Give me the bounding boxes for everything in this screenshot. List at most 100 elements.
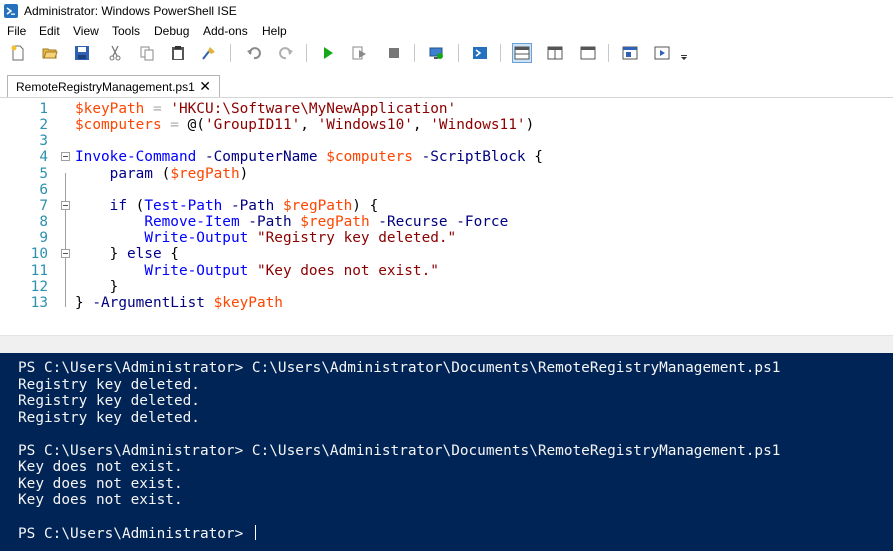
toolbar-separator <box>306 44 307 62</box>
undo-icon[interactable] <box>244 43 264 63</box>
show-command-window-icon[interactable] <box>652 43 672 63</box>
menu-debug[interactable]: Debug <box>154 24 189 38</box>
console-pane[interactable]: PS C:\Users\Administrator> C:\Users\Admi… <box>0 353 893 551</box>
console-line: Key does not exist. <box>18 476 183 492</box>
code-token: } <box>75 294 93 311</box>
toolbar-separator <box>458 44 459 62</box>
menu-file[interactable]: File <box>7 24 26 38</box>
menu-edit[interactable]: Edit <box>39 24 60 38</box>
menu-help[interactable]: Help <box>262 24 287 38</box>
console-text: Registry key deleted. <box>18 376 200 393</box>
code-token: , <box>300 117 318 134</box>
editor-horizontal-scrollbar[interactable] <box>0 335 893 354</box>
console-text: PS C:\Users\Administrator> C:\Users\Admi… <box>18 442 781 459</box>
fold-toggle-icon[interactable] <box>61 200 70 210</box>
tab-label: RemoteRegistryManagement.ps1 <box>16 80 195 94</box>
menu-bar: File Edit View Tools Debug Add-ons Help <box>0 22 893 40</box>
console-text: Registry key deleted. <box>18 393 200 409</box>
show-script-pane-top-icon[interactable] <box>512 43 532 63</box>
code-token: "Registry key deleted." <box>256 230 457 247</box>
close-icon[interactable]: ✕ <box>199 79 211 93</box>
code-line: 8 Remove-Item -Path $regPath -Recurse -F… <box>0 214 880 230</box>
line-number: 4 <box>39 149 48 166</box>
line-number: 13 <box>30 294 48 311</box>
code-token: $computers <box>326 149 413 166</box>
line-number: 9 <box>39 230 48 247</box>
code-text: param ($regPath) <box>75 165 249 182</box>
code-line: 2 $computers = @('GroupID11', 'Windows10'… <box>0 117 880 133</box>
code-token: } <box>75 278 119 295</box>
code-token: ) <box>525 117 535 134</box>
run-selection-icon[interactable] <box>350 43 370 63</box>
code-token: ) { <box>352 197 379 214</box>
start-powershell-icon[interactable] <box>470 43 490 63</box>
code-token: $keyPath <box>75 101 145 117</box>
code-text: } else { <box>75 246 179 262</box>
menu-add-ons[interactable]: Add-ons <box>203 24 248 38</box>
paste-icon[interactable] <box>168 43 188 63</box>
code-text: } -ArgumentList $keyPath <box>75 295 283 311</box>
fold-toggle-icon[interactable] <box>61 249 70 259</box>
code-token: { <box>161 246 179 263</box>
line-number: 8 <box>39 214 48 231</box>
code-token: = <box>144 101 171 117</box>
title-bar: Administrator: Windows PowerShell ISE <box>0 0 893 22</box>
code-line: 10 } else { <box>0 246 880 262</box>
code-token: param <box>109 165 153 182</box>
code-token: if <box>109 197 127 214</box>
toolbar-overflow-icon[interactable] <box>678 43 690 63</box>
copy-icon[interactable] <box>137 43 157 63</box>
code-token: "Key does not exist." <box>256 262 439 279</box>
code-text: $computers = @('GroupID11', 'Windows10',… <box>75 117 534 133</box>
code-token: 'GroupID11' <box>204 117 301 134</box>
toolbar-separator <box>414 44 415 62</box>
code-token: ) <box>239 165 249 182</box>
toolbar <box>0 40 893 68</box>
console-line: PS C:\Users\Administrator> C:\Users\Admi… <box>18 443 780 459</box>
tab-remote-registry-management[interactable]: RemoteRegistryManagement.ps1 ✕ <box>7 75 220 97</box>
save-icon[interactable] <box>72 43 92 63</box>
line-number: 10 <box>30 246 48 263</box>
show-script-pane-maximized-icon[interactable] <box>578 43 598 63</box>
show-commands-addon-icon[interactable] <box>620 43 640 63</box>
open-icon[interactable] <box>40 43 60 63</box>
code-token: $regPath <box>170 165 240 182</box>
code-token: -ScriptBlock <box>421 149 526 166</box>
script-editor[interactable]: 1 $keyPath = 'HKCU:\Software\MyNewApplica… <box>0 97 893 336</box>
toolbar-separator <box>230 44 231 62</box>
console-text: PS C:\Users\Administrator> <box>18 526 252 542</box>
code-line: 9 Write-Output "Registry key deleted." <box>0 230 880 246</box>
console-line: PS C:\Users\Administrator> C:\Users\Admi… <box>18 360 780 376</box>
powershell-ise-icon <box>4 4 18 18</box>
code-token: 'Windows10' <box>317 117 413 134</box>
line-number: 6 <box>39 181 48 198</box>
clear-console-icon[interactable] <box>199 43 219 63</box>
code-text: Write-Output "Key does not exist." <box>75 263 439 279</box>
stop-icon[interactable] <box>384 43 404 63</box>
menu-tools[interactable]: Tools <box>112 24 140 38</box>
cut-icon[interactable] <box>105 43 125 63</box>
new-remote-tab-icon[interactable] <box>426 43 446 63</box>
show-script-pane-right-icon[interactable] <box>545 43 565 63</box>
code-line: 4 Invoke-Command -ComputerName $computers… <box>0 149 880 165</box>
console-text: Key does not exist. <box>18 459 183 475</box>
fold-toggle-icon[interactable] <box>61 152 70 162</box>
console-text: Key does not exist. <box>18 475 183 492</box>
menu-view[interactable]: View <box>73 24 99 38</box>
code-token: 'Windows11' <box>430 117 526 134</box>
redo-icon[interactable] <box>276 43 296 63</box>
run-script-icon[interactable] <box>318 43 338 63</box>
code-token: ( <box>152 165 171 182</box>
code-text: if (Test-Path -Path $regPath) { <box>75 197 379 214</box>
code-token: ( <box>126 197 145 214</box>
code-token: Remove-Item <box>144 214 240 231</box>
new-script-icon[interactable] <box>8 43 28 63</box>
